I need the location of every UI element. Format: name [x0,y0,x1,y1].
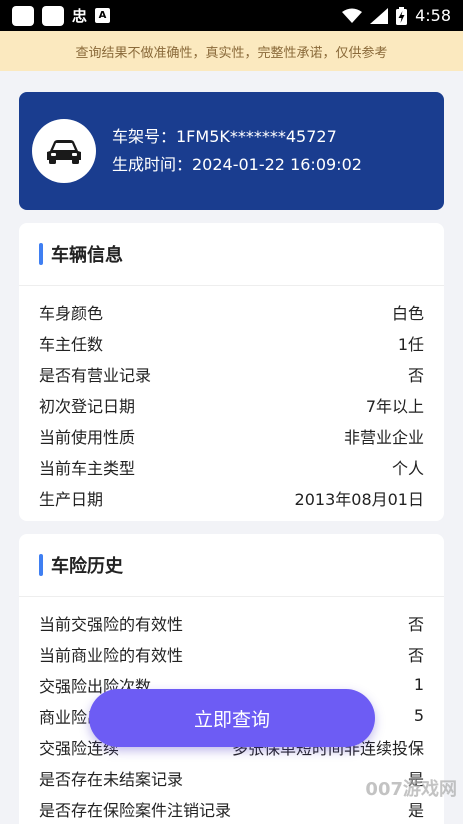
row-value: 1任 [397,334,424,354]
row-label: 当前商业险的有效性 [39,645,184,665]
wifi-icon [342,8,363,23]
row-value: 白色 [391,303,424,323]
generated-time: 生成时间：2024-01-22 16:09:02 [112,155,362,174]
section-title: 车险历史 [51,556,123,577]
row-label: 生产日期 [39,489,104,509]
clock: 4:58 [415,6,451,25]
info-row: 当前使用性质 非营业企业 [19,420,444,451]
row-value: 个人 [391,458,424,478]
status-bar: 忠 A 4:58 [0,0,463,31]
info-row: 车身颜色 白色 [19,296,444,327]
info-row: 当前车主类型 个人 [19,451,444,482]
row-label: 是否有营业记录 [39,365,152,385]
vehicle-info-card: 车辆信息 车身颜色 白色 车主任数 1任 是否有营业记录 否 初次登记日期 7年以上 当… [19,223,444,521]
keyboard-badge-icon: A [95,8,111,23]
row-value: 否 [407,365,424,385]
info-row: 车主任数 1任 [19,327,444,358]
row-label: 车主任数 [39,334,104,354]
info-row: 生产日期 2013年08月01日 [19,482,444,513]
info-row: 当前交强险的有效性 否 [19,607,444,638]
row-value: 2013年08月01日 [294,489,424,509]
row-label: 当前使用性质 [39,427,136,447]
row-value: 7年以上 [365,396,424,416]
row-label: 当前车主类型 [39,458,136,478]
row-value: 1 [413,675,424,694]
battery-charging-icon [396,6,408,25]
info-row: 初次登记日期 7年以上 [19,389,444,420]
notification-icon [12,5,34,26]
row-value: 否 [407,645,424,665]
query-now-button[interactable]: 立即查询 [89,689,375,747]
app-notification-icon: 忠 [72,7,88,25]
info-row: 当前商业险的有效性 否 [19,638,444,669]
signal-icon [370,7,389,24]
row-value: 非营业企业 [343,427,424,447]
row-label: 当前交强险的有效性 [39,614,184,634]
row-label: 是否存在未结案记录 [39,769,184,789]
row-value: 否 [407,614,424,634]
vin-card: 车架号：1FM5K*******45727 生成时间：2024-01-22 16… [19,92,444,210]
row-label: 初次登记日期 [39,396,136,416]
row-label: 是否存在保险案件注销记录 [39,800,232,820]
info-row: 是否有营业记录 否 [19,358,444,389]
section-title: 车辆信息 [51,245,123,266]
notification-icon [42,5,64,26]
site-watermark: 007游戏网 [365,779,457,800]
title-accent-bar [39,243,43,265]
vin-number: 车架号：1FM5K*******45727 [112,127,337,146]
disclaimer-banner: 查询结果不做准确性，真实性，完整性承诺，仅供参考 [0,31,463,71]
row-value: 5 [413,706,424,725]
car-icon [32,119,96,183]
row-label: 车身颜色 [39,303,104,323]
title-accent-bar [39,554,43,576]
